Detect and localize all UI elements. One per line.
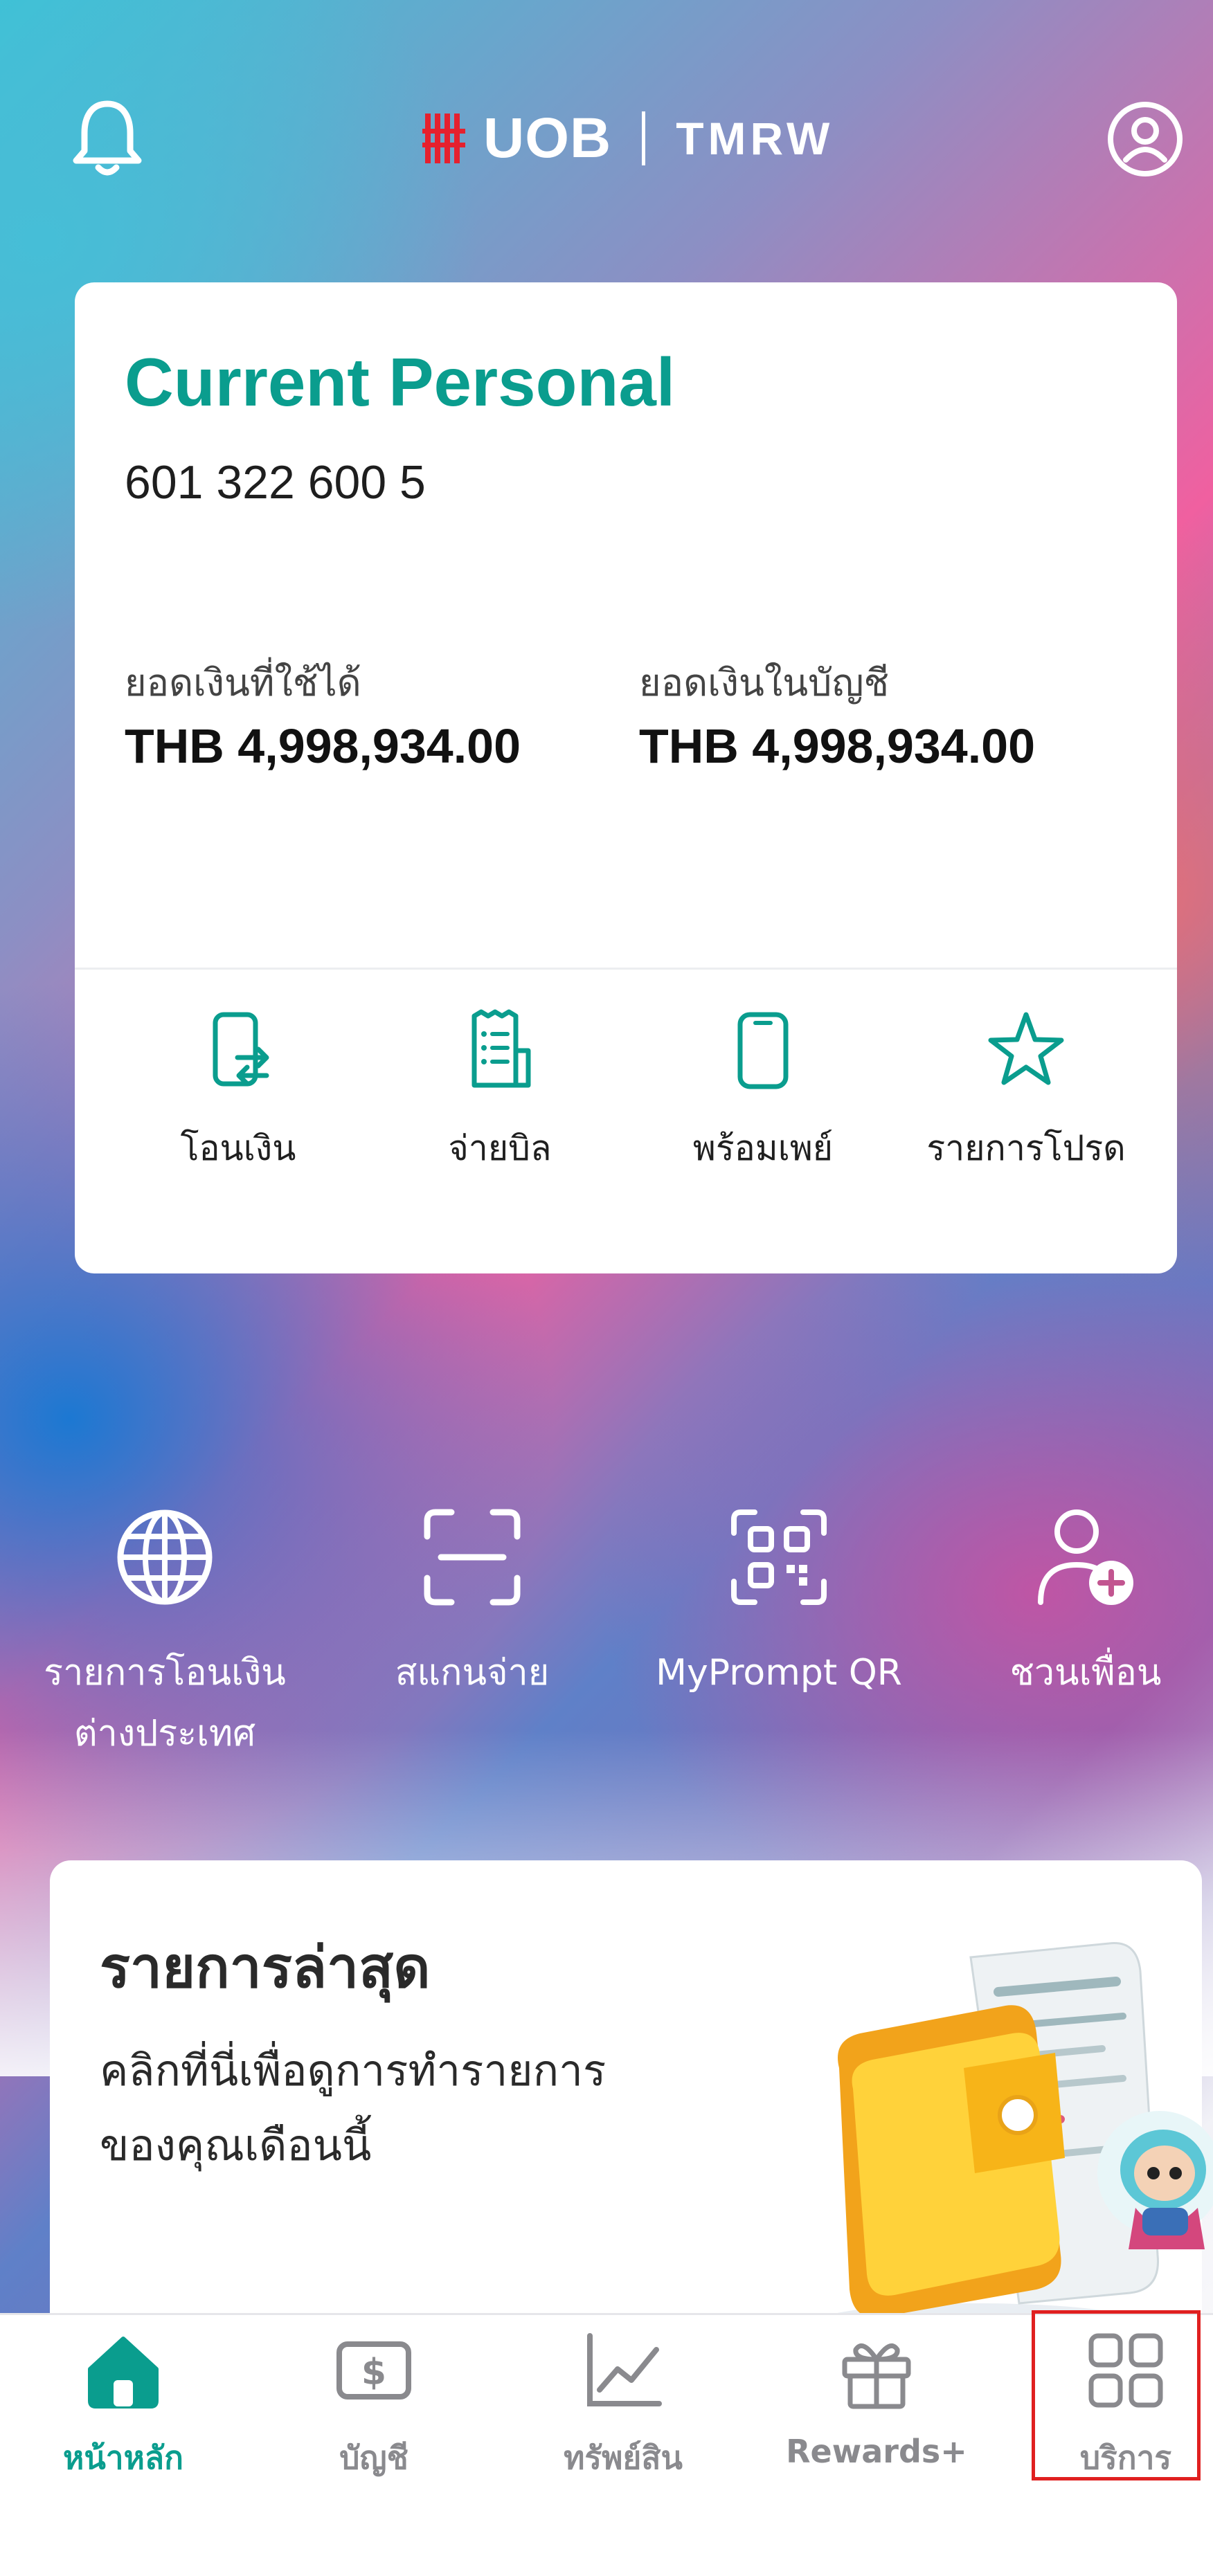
account-icon: $ <box>336 2341 411 2400</box>
profile-icon[interactable] <box>1106 100 1184 178</box>
scan-icon <box>424 1509 521 1606</box>
nav-account[interactable]: $ บัญชี <box>263 2329 485 2483</box>
logo-tmrw-text: TMRW <box>676 113 834 164</box>
card-divider <box>75 968 1177 970</box>
available-balance-label: ยอดเงินที่ใช้ได้ <box>125 661 361 705</box>
gift-icon <box>842 2343 911 2409</box>
uob-logo-mark <box>422 114 465 163</box>
transfer-label: โอนเงิน <box>180 1128 296 1168</box>
shortcut-label-line2: ต่างประเทศ <box>73 1713 256 1754</box>
bill-icon <box>471 1009 531 1088</box>
nav-rewards[interactable]: Rewards+ <box>766 2329 987 2470</box>
account-balance-value: THB 4,998,934.00 <box>639 719 1036 773</box>
promptpay-icon <box>737 1012 789 1089</box>
transfer-icon <box>213 1012 269 1087</box>
logo-uob-text: UOB <box>483 107 612 170</box>
recent-title: รายการล่าสุด <box>100 1935 431 2001</box>
home-icon <box>88 2337 159 2409</box>
logo-separator <box>642 111 646 165</box>
shortcut-international-transfer[interactable]: รายการโอนเงิน ต่างประเทศ <box>12 1505 317 1764</box>
services-highlight-box <box>1032 2310 1201 2480</box>
nav-label: ทรัพย์สิน <box>564 2439 683 2476</box>
shortcut-label: สแกนจ่าย <box>395 1652 550 1694</box>
recent-subtitle: คลิกที่นี่เพื่อดูการทำรายการ ของคุณเดือน… <box>100 2033 723 2183</box>
nav-label: หน้าหลัก <box>63 2439 183 2476</box>
nav-label: บัญชี <box>339 2439 408 2476</box>
nav-home[interactable]: หน้าหลัก <box>12 2329 234 2483</box>
bell-icon[interactable] <box>69 97 145 180</box>
chart-icon <box>587 2333 662 2406</box>
mascot-assistant-icon[interactable] <box>1087 2104 1213 2256</box>
shortcut-label: MyPrompt QR <box>656 1652 902 1694</box>
uob-tmrw-logo: UOB TMRW <box>422 104 834 173</box>
available-balance-value: THB 4,998,934.00 <box>125 719 521 773</box>
qr-icon <box>731 1509 827 1605</box>
favorites-label: รายการโปรด <box>926 1128 1126 1168</box>
star-icon <box>988 1012 1064 1085</box>
recent-transactions-card[interactable]: รายการล่าสุด คลิกที่นี่เพื่อดูการทำรายกา… <box>50 1860 1202 2386</box>
transfer-button[interactable]: โอนเงิน <box>107 1009 370 1176</box>
account-name: Current Personal <box>125 344 676 420</box>
pay-bill-button[interactable]: จ่ายบิล <box>368 1009 631 1176</box>
add-friend-icon <box>1038 1509 1133 1605</box>
shortcut-invite-friend[interactable]: ชวนเพื่อน <box>933 1505 1213 1703</box>
recent-subtitle-line1: คลิกที่นี่เพื่อดูการทำรายการ <box>100 2045 606 2096</box>
shortcut-label: รายการโอนเงิน <box>44 1652 286 1694</box>
promptpay-button[interactable]: พร้อมเพย์ <box>631 1009 895 1176</box>
shortcut-scan-pay[interactable]: สแกนจ่าย <box>320 1505 625 1703</box>
account-balance-label: ยอดเงินในบัญชี <box>639 661 890 705</box>
favorites-button[interactable]: รายการโปรด <box>895 1009 1158 1176</box>
globe-icon <box>117 1509 213 1605</box>
shortcut-label: ชวนเพื่อน <box>1009 1652 1162 1694</box>
pay-bill-label: จ่ายบิล <box>448 1128 552 1168</box>
nav-assets[interactable]: ทรัพย์สิน <box>512 2329 734 2483</box>
promptpay-label: พร้อมเพย์ <box>692 1128 834 1168</box>
svg-text:$: $ <box>361 2352 386 2393</box>
shortcut-myprompt-qr[interactable]: MyPrompt QR <box>627 1505 931 1703</box>
account-number: 601 322 600 5 <box>125 456 426 509</box>
recent-subtitle-line2: ของคุณเดือนนี้ <box>100 2120 372 2170</box>
nav-label: Rewards+ <box>786 2433 967 2470</box>
account-card[interactable]: Current Personal 601 322 600 5 ยอดเงินที… <box>75 282 1177 1273</box>
